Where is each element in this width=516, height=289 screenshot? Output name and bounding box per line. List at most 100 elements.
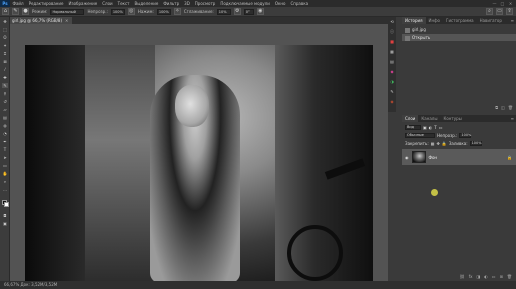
new-document-from-state-icon[interactable]: ⧉ [495,105,498,111]
eyedropper-tool-icon[interactable]: ⁄ [2,67,8,72]
menu-window[interactable]: Окно [272,1,288,6]
layer-row-background[interactable]: ◉ Фон 🔒 [402,149,516,165]
adjustment-layer-icon[interactable]: ◐ [484,273,488,280]
lasso-tool-icon[interactable]: ʘ [2,35,8,40]
frame-tool-icon[interactable]: ⊠ [2,59,8,64]
eraser-tool-icon[interactable]: ▱ [2,107,8,112]
menu-edit[interactable]: Редактирование [26,1,66,6]
filter-adjust-icon[interactable]: ◐ [429,125,433,130]
tab-paths[interactable]: Контуры [440,115,464,122]
new-group-icon[interactable]: ▭ [492,273,496,280]
filter-pixel-icon[interactable]: ▣ [423,125,427,130]
opacity-field[interactable]: 100% [110,8,125,15]
zoom-tool-icon[interactable]: ⌕ [2,179,8,184]
canvas-area[interactable] [10,24,388,283]
clone-stamp-tool-icon[interactable]: ⚲ [2,91,8,96]
dodge-tool-icon[interactable]: ◔ [2,131,8,136]
history-snapshot[interactable]: girl.jpg [402,26,516,33]
brush-tool-icon[interactable]: ✎ [2,83,8,88]
layers-panel-menu-icon[interactable]: ≡ [511,115,516,122]
share-icon[interactable]: ⇪ [506,8,513,15]
filter-shape-icon[interactable]: ▭ [439,125,443,130]
delete-state-icon[interactable]: 🗑 [508,105,513,111]
adjustments-panel-icon[interactable]: ◑ [389,79,395,84]
menu-plugins[interactable]: Подключаемые модули [218,1,273,6]
blend-mode-select[interactable]: Обычные [405,133,435,138]
path-select-tool-icon[interactable]: ➤ [2,155,8,160]
menu-3d[interactable]: 3D [182,1,193,6]
quick-mask-icon[interactable]: ◘ [2,213,8,218]
pen-tool-icon[interactable]: ✒ [2,139,8,144]
panel-menu-icon[interactable]: ≡ [511,17,516,24]
tab-layers[interactable]: Слои [402,115,419,122]
type-tool-icon[interactable]: T [2,147,8,152]
add-mask-icon[interactable]: ◨ [477,273,481,280]
brush-tool-preset-icon[interactable]: ✎ [12,8,19,15]
fill-field[interactable]: 100% [469,141,482,146]
patterns-panel-icon[interactable]: ◆ [389,69,395,74]
pressure-size-icon[interactable]: ◉ [256,8,264,15]
lock-position-icon[interactable]: ✥ [436,141,439,146]
tab-histogram[interactable]: Гистограмма [443,17,477,24]
menu-type[interactable]: Текст [115,1,132,6]
angle-field[interactable]: 0° [243,8,254,15]
menu-image[interactable]: Изображение [66,1,100,6]
healing-brush-tool-icon[interactable]: ✚ [2,75,8,80]
search-icon[interactable]: ⌕ [486,8,493,15]
color-panel-icon[interactable]: ■ [389,39,395,44]
hand-tool-icon[interactable]: ✋ [2,171,8,176]
lock-all-icon[interactable]: 🔒 [442,141,447,146]
tab-info[interactable]: Инфо [426,17,443,24]
document-tab[interactable]: girl.jpg @ 66,7% (RGB/8) ✕ [10,17,72,24]
new-layer-icon[interactable]: ⊞ [500,273,503,280]
pressure-opacity-icon[interactable]: ◎ [127,8,135,15]
marquee-tool-icon[interactable]: ⬚ [2,27,8,32]
layer-filter-kind[interactable]: Вид [405,125,421,130]
libraries-panel-icon[interactable]: ◈ [389,99,395,104]
brushes-panel-icon[interactable]: ✎ [389,89,395,94]
history-panel-icon[interactable]: ⟲ [389,19,395,24]
more-tools-icon[interactable]: … [2,187,8,192]
delete-layer-icon[interactable]: 🗑 [507,273,512,280]
visibility-eye-icon[interactable]: ◉ [405,155,409,160]
rectangle-tool-icon[interactable]: ▭ [2,163,8,168]
menu-view[interactable]: Просмотр [192,1,218,6]
new-snapshot-icon[interactable]: ◫ [501,105,505,111]
info-panel-icon[interactable]: ⓘ [389,29,395,34]
swatches-panel-icon[interactable]: ▦ [389,49,395,54]
link-layers-icon[interactable]: ⛓ [460,273,465,280]
background-color-swatch[interactable] [4,202,9,207]
blur-tool-icon[interactable]: ◍ [2,123,8,128]
move-tool-icon[interactable]: ✥ [2,19,8,24]
screen-mode-icon[interactable]: ▣ [2,221,8,226]
menu-help[interactable]: Справка [288,1,311,6]
maximize-button[interactable]: □ [500,1,505,6]
workspace-icon[interactable]: ▭ [496,8,503,15]
smoothing-field[interactable]: 10% [216,8,231,15]
minimize-button[interactable]: — [492,1,497,6]
flow-field[interactable]: 100% [156,8,171,15]
crop-tool-icon[interactable]: ⌗ [2,51,8,56]
lock-pixels-icon[interactable]: ▦ [431,141,435,146]
menu-filter[interactable]: Фильтр [161,1,182,6]
tab-history[interactable]: История [402,17,426,24]
menu-select[interactable]: Выделение [132,1,161,6]
brush-settings-icon[interactable]: ● [22,8,29,15]
airbrush-icon[interactable]: ✧ [173,8,181,15]
photo-canvas-image[interactable] [25,45,373,283]
close-tab-icon[interactable]: ✕ [65,18,68,23]
filter-type-icon[interactable]: T [434,125,436,130]
tab-navigator[interactable]: Навигатор [477,17,505,24]
menu-file[interactable]: Файл [10,1,26,6]
history-state-open[interactable]: Открыть [402,34,516,41]
menu-layer[interactable]: Слои [100,1,115,6]
close-window-button[interactable]: ✕ [508,1,513,6]
history-brush-tool-icon[interactable]: ↺ [2,99,8,104]
home-icon[interactable]: ⌂ [2,8,9,15]
quick-select-tool-icon[interactable]: ✦ [2,43,8,48]
gradients-panel-icon[interactable]: ▤ [389,59,395,64]
smoothing-options-gear-icon[interactable]: ⚙ [233,8,241,15]
gradient-tool-icon[interactable]: ▤ [2,115,8,120]
layer-opacity-field[interactable]: 100% [459,133,471,138]
mode-select[interactable]: Нормальный [50,8,85,15]
